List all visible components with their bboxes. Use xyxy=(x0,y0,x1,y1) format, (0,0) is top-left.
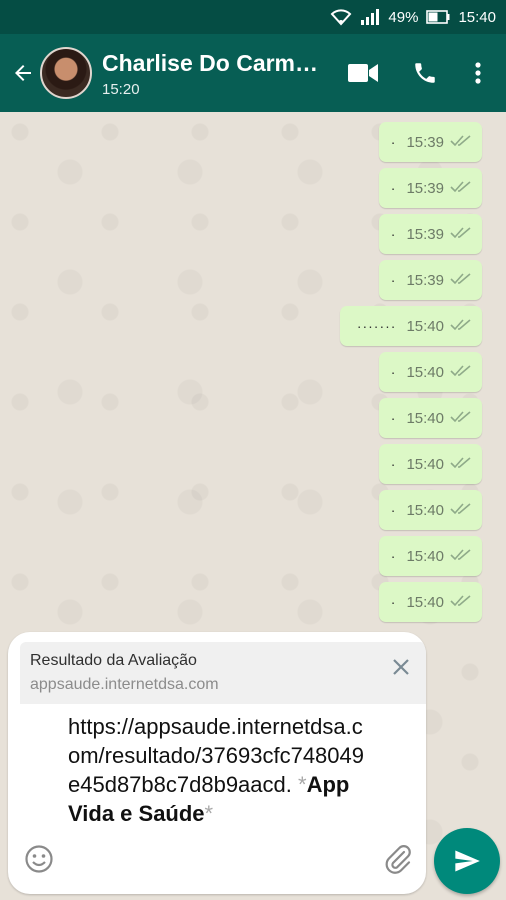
message-time: 15:40 xyxy=(406,547,444,565)
attach-button[interactable] xyxy=(380,840,416,880)
preview-url: appsaude.internetdsa.com xyxy=(30,676,219,693)
paperclip-icon xyxy=(385,845,411,874)
message-text: · xyxy=(390,364,397,380)
compose-box[interactable]: Resultado da Avaliação appsaude.internet… xyxy=(8,632,426,894)
battery-percent: 49% xyxy=(388,8,419,26)
message-input[interactable]: https://appsaude.internetdsa.com/resulta… xyxy=(68,712,368,828)
send-button[interactable] xyxy=(434,828,500,894)
message-bubble[interactable]: · 15:40 xyxy=(378,536,482,576)
more-vert-icon xyxy=(475,62,481,84)
emoji-button[interactable] xyxy=(22,842,56,876)
message-time: 15:39 xyxy=(406,225,444,243)
link-preview[interactable]: Resultado da Avaliação appsaude.internet… xyxy=(20,642,426,704)
close-preview-button[interactable] xyxy=(388,654,414,680)
status-time: 15:40 xyxy=(458,8,496,26)
message-bubble[interactable]: · 15:39 xyxy=(378,214,482,254)
voice-call-button[interactable] xyxy=(394,45,456,101)
message-text: · xyxy=(390,410,397,426)
message-text: ······· xyxy=(356,318,397,334)
message-time: 15:40 xyxy=(406,593,444,611)
message-text: · xyxy=(390,548,397,564)
send-icon xyxy=(455,850,480,872)
close-icon xyxy=(393,659,409,675)
message-bubble[interactable]: · 15:40 xyxy=(378,490,482,530)
read-ticks-icon xyxy=(450,180,472,197)
message-bubble[interactable]: · 15:40 xyxy=(378,444,482,484)
message-bubble[interactable]: · 15:40 xyxy=(378,582,482,622)
read-ticks-icon xyxy=(450,410,472,427)
back-button[interactable] xyxy=(6,34,40,112)
message-time: 15:40 xyxy=(406,409,444,427)
contact-name: Charlise Do Carm… xyxy=(102,49,318,76)
bold-marker-close: * xyxy=(204,801,214,826)
emoji-icon xyxy=(25,845,53,873)
message-time: 15:40 xyxy=(406,317,444,335)
status-bar: 49% 15:40 xyxy=(0,0,506,34)
read-ticks-icon xyxy=(450,364,472,381)
more-options-button[interactable] xyxy=(456,45,500,101)
message-text: · xyxy=(390,272,397,288)
battery-icon xyxy=(426,10,450,24)
message-bubble[interactable]: · 15:39 xyxy=(378,122,482,162)
message-bubble[interactable]: ······· 15:40 xyxy=(340,306,482,346)
message-time: 15:39 xyxy=(406,133,444,151)
preview-title: Resultado da Avaliação xyxy=(30,652,197,669)
bold-marker-open: * xyxy=(291,772,307,797)
message-text: · xyxy=(390,226,397,242)
read-ticks-icon xyxy=(450,548,472,565)
read-ticks-icon xyxy=(450,134,472,151)
message-text: · xyxy=(390,594,397,610)
read-ticks-icon xyxy=(450,226,472,243)
signal-icon xyxy=(360,8,380,26)
video-call-icon xyxy=(348,64,378,82)
avatar[interactable] xyxy=(40,47,92,99)
read-ticks-icon xyxy=(450,318,472,335)
phone-icon xyxy=(415,63,435,83)
read-ticks-icon xyxy=(450,272,472,289)
last-seen: 15:20 xyxy=(102,80,140,98)
message-text: · xyxy=(390,502,397,518)
message-bubble[interactable]: · 15:40 xyxy=(378,398,482,438)
message-text: · xyxy=(390,180,397,196)
message-time: 15:40 xyxy=(406,363,444,381)
read-ticks-icon xyxy=(450,594,472,611)
contact-info[interactable]: Charlise Do Carm… 15:20 xyxy=(102,49,318,98)
wifi-icon xyxy=(330,8,352,26)
message-text: · xyxy=(390,134,397,150)
message-time: 15:39 xyxy=(406,179,444,197)
message-bubble[interactable]: · 15:39 xyxy=(378,168,482,208)
message-text: · xyxy=(390,456,397,472)
chat-header: Charlise Do Carm… 15:20 xyxy=(0,34,506,112)
read-ticks-icon xyxy=(450,456,472,473)
message-time: 15:39 xyxy=(406,271,444,289)
video-call-button[interactable] xyxy=(332,45,394,101)
message-bubble[interactable]: · 15:40 xyxy=(378,352,482,392)
read-ticks-icon xyxy=(450,502,472,519)
message-time: 15:40 xyxy=(406,455,444,473)
back-arrow-icon xyxy=(15,65,31,81)
message-bubble[interactable]: · 15:39 xyxy=(378,260,482,300)
message-time: 15:40 xyxy=(406,501,444,519)
